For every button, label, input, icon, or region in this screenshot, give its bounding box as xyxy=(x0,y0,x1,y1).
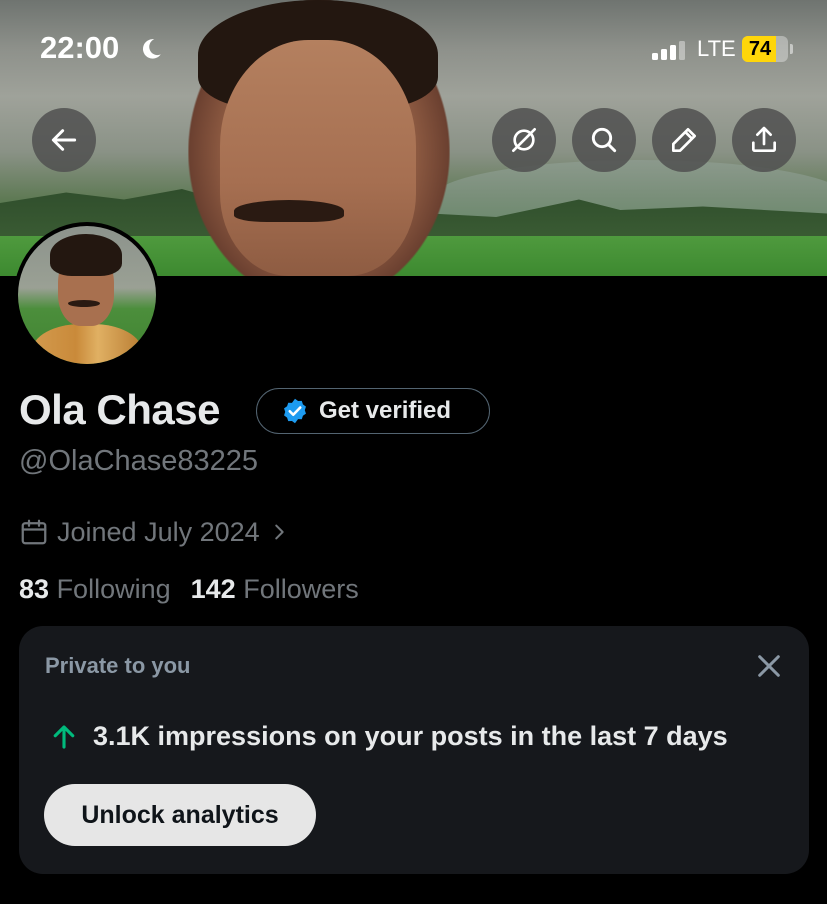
following-label: Following xyxy=(56,574,171,604)
signal-icon xyxy=(652,41,685,60)
avatar-mustache xyxy=(68,300,100,307)
analytics-card-title: Private to you xyxy=(45,653,191,678)
battery-indicator: 74 xyxy=(742,36,788,62)
close-icon[interactable] xyxy=(753,650,785,682)
profile-handle: @OlaChase83225 xyxy=(19,445,259,477)
analytics-card: Private to you 3.1K impressions on your … xyxy=(19,626,809,874)
follow-stats: 83 Following 142 Followers xyxy=(19,574,359,605)
profile-avatar[interactable] xyxy=(14,222,160,368)
impressions-text: 3.1K impressions on your posts in the la… xyxy=(93,721,728,751)
avatar-shirt xyxy=(32,324,142,364)
calendar-icon xyxy=(21,519,47,545)
followers-link[interactable]: 142 Followers xyxy=(191,574,359,605)
following-count: 83 xyxy=(19,574,50,604)
moon-icon xyxy=(142,39,161,59)
battery-cap xyxy=(790,44,793,54)
status-bar: 22:00 LTE 74 xyxy=(0,0,827,100)
followers-label: Followers xyxy=(243,574,359,604)
chevron-right-icon xyxy=(274,524,284,540)
grok-button[interactable] xyxy=(492,108,556,172)
status-time: 22:00 xyxy=(40,30,120,65)
grok-icon xyxy=(512,128,536,152)
network-label: LTE xyxy=(697,36,736,61)
share-button[interactable] xyxy=(732,108,796,172)
following-link[interactable]: 83 Following xyxy=(19,574,171,605)
avatar-image xyxy=(18,226,156,364)
get-verified-button[interactable]: Get verified xyxy=(256,388,490,434)
profile-name: Ola Chase xyxy=(19,386,220,433)
search-icon xyxy=(591,127,617,153)
share-icon xyxy=(752,126,776,152)
edit-pencil-icon xyxy=(672,128,696,152)
edit-button[interactable] xyxy=(652,108,716,172)
verified-badge-icon xyxy=(284,398,306,424)
get-verified-label: Get verified xyxy=(319,397,452,424)
avatar-hair xyxy=(50,234,122,276)
back-arrow-icon xyxy=(51,129,77,151)
unlock-analytics-button[interactable]: Unlock analytics xyxy=(44,784,316,846)
arrow-up-icon xyxy=(53,724,75,749)
back-button[interactable] xyxy=(32,108,96,172)
joined-date-label: Joined July 2024 xyxy=(57,516,260,547)
joined-date-row[interactable]: Joined July 2024 xyxy=(19,514,290,550)
battery-percent: 74 xyxy=(748,38,772,60)
impressions-stat: 3.1K impressions on your posts in the la… xyxy=(49,721,728,752)
followers-count: 142 xyxy=(190,574,236,604)
banner-mustache xyxy=(234,200,344,222)
search-button[interactable] xyxy=(572,108,636,172)
